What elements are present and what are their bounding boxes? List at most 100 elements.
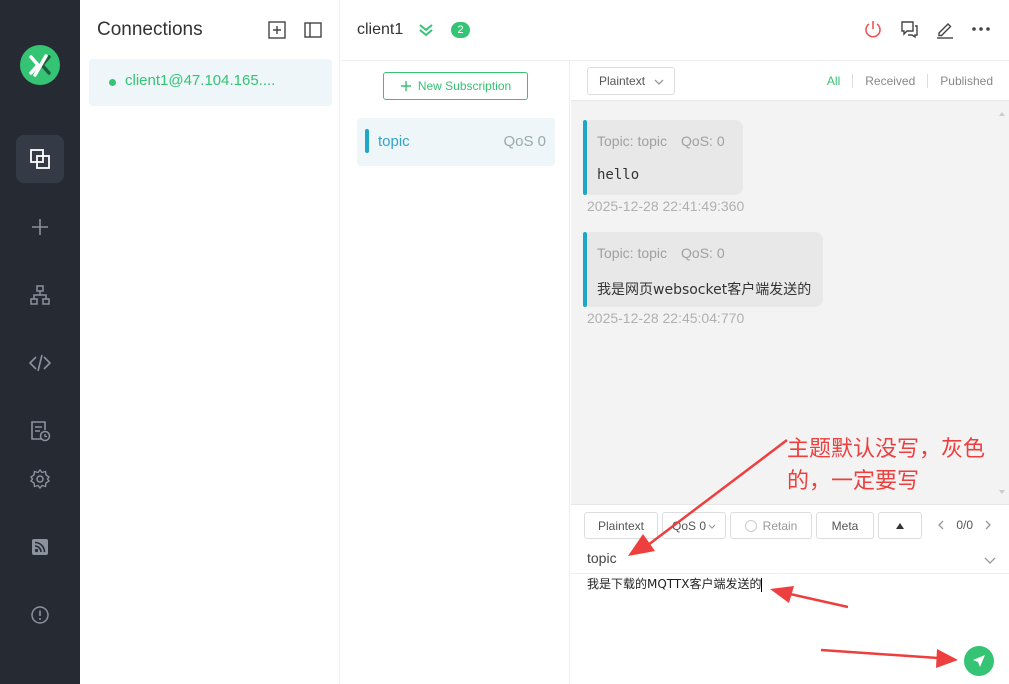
connection-item[interactable]: client1@47.104.165.... [89,59,332,106]
add-square-icon [268,21,286,39]
chevron-right-icon[interactable] [983,519,993,531]
send-button[interactable] [964,646,994,676]
connection-name: client1@47.104.165.... [125,72,276,89]
rss-icon [32,539,48,555]
connection-header: client1 2 [341,0,1009,61]
connections-title: Connections [97,19,203,40]
plus-icon [400,81,411,91]
rail-topic-tree-button[interactable] [16,271,64,319]
new-subscription-label: New Subscription [417,79,512,93]
rail-script-button[interactable] [16,339,64,387]
more-button[interactable] [971,18,991,40]
messages-toolbar: Plaintext All Received Published [571,61,1009,101]
chevron-left-icon[interactable] [936,519,946,531]
annotation-line-1: 主题默认没写，灰色 [787,437,986,462]
rail-about-button[interactable] [16,591,64,639]
triangle-up-icon [896,522,904,529]
retain-label: Retain [762,518,798,533]
message-count-badge: 2 [451,22,470,38]
history-pagination: 0/0 [936,518,993,532]
message-accent [583,120,587,195]
new-connection-button[interactable] [267,20,287,45]
text-cursor [761,577,763,592]
scroll-down-arrow[interactable] [999,490,1005,494]
collapse-button[interactable] [418,22,434,43]
new-window-button[interactable] [899,18,919,40]
publish-format-value: Plaintext [597,518,645,533]
message-bubble[interactable]: Topic: topic QoS: 0 我是网页websocket客户端发送的 [583,232,823,307]
retain-checkbox[interactable]: Retain [730,512,812,539]
rail-connections-button[interactable] [16,135,64,183]
gear-icon [29,468,51,490]
message-topic: Topic: topic [597,245,668,261]
disconnect-button[interactable] [863,18,883,40]
toggle-sidebar-button[interactable] [303,20,323,45]
connections-icon [30,149,50,169]
filter-received[interactable]: Received [852,74,927,88]
sidebar-icon [304,22,322,38]
message-timestamp: 2025-12-28 22:45:04:770 [587,310,745,326]
rail-subscribe-feed-button[interactable] [16,523,64,571]
page-indicator: 0/0 [956,518,973,532]
edit-icon [937,23,953,39]
mqttx-logo [20,45,60,85]
connections-actions [267,20,323,45]
message-timestamp: 2025-12-28 22:41:49:360 [587,198,745,214]
rail-new-connection-button[interactable] [16,203,64,251]
publish-topic-input[interactable]: topic [587,550,617,566]
connection-status-dot [109,79,116,86]
message-bubble[interactable]: Topic: topic QoS: 0 hello [583,120,743,195]
publish-qos-select[interactable]: QoS 0 [662,512,726,539]
publish-payload-text: 我是下载的MQTTX客户端发送的 [587,577,762,591]
annotation-line-2: 的，一定要写 [787,469,920,494]
chevron-down-icon[interactable] [983,553,997,567]
retain-radio[interactable] [744,519,757,532]
filter-all[interactable]: All [827,74,852,88]
plus-icon [32,219,48,235]
connections-panel: Connections client1@47.104.165.... [80,0,340,684]
payload-format-value: Plaintext [599,74,646,88]
nav-rail [0,0,80,684]
message-meta: Topic: topic QoS: 0 [597,133,725,149]
client-name: client1 [357,21,404,38]
message-qos: QoS: 0 [681,133,725,149]
meta-button[interactable]: Meta [816,512,874,539]
code-icon [28,354,52,372]
chevron-down-icon [654,79,664,85]
header-actions [863,18,991,40]
more-icon [972,27,990,31]
scroll-up-arrow[interactable] [999,112,1005,116]
subscription-qos: QoS 0 [503,133,546,150]
expand-publish-button[interactable] [878,512,922,539]
sitemap-icon [30,285,50,305]
message-meta: Topic: topic QoS: 0 [597,245,725,261]
publish-area: Plaintext QoS 0 Retain Meta 0/0 topic 我是… [571,504,1009,684]
double-chevron-down-icon [419,24,433,37]
rail-log-button[interactable] [16,407,64,455]
subscriptions-panel: New Subscription topic QoS 0 [341,61,570,684]
subscription-topic: topic [378,133,410,150]
message-payload: hello [597,167,640,183]
topic-divider [571,573,1009,574]
message-qos: QoS: 0 [681,245,725,261]
publish-payload-input[interactable]: 我是下载的MQTTX客户端发送的 [587,575,763,592]
meta-label: Meta [831,518,859,533]
message-payload: 我是网页websocket客户端发送的 [597,282,812,298]
log-icon [31,421,51,442]
power-icon [865,21,881,38]
new-subscription-button[interactable]: New Subscription [383,72,528,100]
info-icon [31,606,49,624]
filter-published[interactable]: Published [927,74,993,88]
message-accent [583,232,587,307]
publish-qos-value: QoS 0 [671,518,707,533]
message-filters: All Received Published [827,74,993,88]
subscription-item[interactable]: topic QoS 0 [357,118,555,166]
subscription-color-bar [365,129,369,153]
edit-connection-button[interactable] [935,18,955,40]
payload-format-select[interactable]: Plaintext [587,67,675,95]
message-topic: Topic: topic [597,133,668,149]
publish-format-select[interactable]: Plaintext [584,512,658,539]
send-icon [973,655,985,667]
rail-settings-button[interactable] [16,455,64,503]
chevron-down-icon [708,524,716,529]
